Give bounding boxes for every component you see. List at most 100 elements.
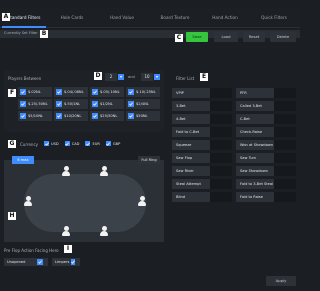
check-icon	[20, 113, 26, 119]
reset-button[interactable]: Reset	[243, 32, 265, 42]
filter-item[interactable]: Squeeze	[172, 140, 232, 150]
filter-item[interactable]: Saw River	[172, 166, 232, 176]
tab-hand-value[interactable]: Hand Value	[100, 8, 144, 28]
marker-e: E	[200, 73, 208, 81]
stake-label: $50NL	[136, 114, 148, 118]
filter-item[interactable]: Check-Raise	[236, 127, 296, 137]
filter-item-value-field[interactable]	[274, 140, 296, 150]
filter-item[interactable]: C-Bet	[236, 114, 296, 124]
filter-item[interactable]: Saw Turn	[236, 153, 296, 163]
filter-item-label: PFR	[236, 88, 274, 98]
filter-item-value-field[interactable]	[274, 88, 296, 98]
stake-option[interactable]: $.04/.08NL	[54, 87, 88, 97]
preflop-limpers[interactable]: Limpers	[52, 258, 80, 266]
filter-item[interactable]: 4-Bet	[172, 114, 232, 124]
check-icon	[71, 259, 76, 265]
max-players-chevron-icon[interactable]: ▾	[154, 74, 160, 80]
tab-bar: Standard Filters Hole Cards Hand Value B…	[0, 8, 300, 28]
filter-item-label: VPIP	[172, 88, 210, 98]
seat-6[interactable]	[24, 196, 32, 206]
filter-item[interactable]: Blind	[172, 192, 232, 202]
stake-option[interactable]: $25/50NL	[90, 111, 124, 121]
stake-option[interactable]: $2/4NL	[126, 99, 160, 109]
filter-item[interactable]: PFR	[236, 88, 296, 98]
currency-option[interactable]: GBP	[105, 141, 121, 146]
delete-button[interactable]: Delete	[270, 32, 296, 42]
filter-item-value-field[interactable]	[210, 101, 232, 111]
filter-item[interactable]: 3-Bet	[172, 101, 232, 111]
check-icon	[37, 259, 43, 265]
currency-option[interactable]: CAD	[64, 141, 79, 146]
seat-2[interactable]	[100, 166, 108, 176]
filter-item[interactable]: Fold to 3-Bet Steal	[236, 179, 296, 189]
stake-option[interactable]: $.05/.10NL	[90, 87, 124, 97]
marker-d: D	[94, 72, 102, 80]
filter-item-value-field[interactable]	[274, 101, 296, 111]
max-players-field[interactable]: 10	[141, 73, 153, 81]
tab-hand-action[interactable]: Hand Action	[200, 8, 250, 28]
stake-option[interactable]: $.50/1NL	[54, 99, 88, 109]
apply-button[interactable]: Apply	[266, 276, 296, 286]
filter-item[interactable]: Won at Showdown	[236, 140, 296, 150]
stake-option[interactable]: $10/20NL	[54, 111, 88, 121]
tab-quick-filters[interactable]: Quick Filters	[250, 8, 298, 28]
filter-item-value-field[interactable]	[274, 179, 296, 189]
filter-item-label: Blind	[172, 192, 210, 202]
filter-item-value-field[interactable]	[210, 153, 232, 163]
filter-item-value-field[interactable]	[274, 166, 296, 176]
save-button[interactable]: Save	[186, 32, 208, 42]
stake-option[interactable]: $5/10NL	[18, 111, 52, 121]
min-players-chevron-icon[interactable]: ▾	[118, 74, 124, 80]
filter-item-label: Won at Showdown	[236, 140, 274, 150]
preflop-unopened[interactable]: Unopened	[4, 258, 48, 266]
check-icon	[85, 141, 91, 146]
stake-option[interactable]: $50NL	[126, 111, 160, 121]
stake-option[interactable]: $.10/.25NL	[126, 87, 160, 97]
filter-item[interactable]: VPIP	[172, 88, 232, 98]
tab-board-texture[interactable]: Board Texture	[150, 8, 200, 28]
filter-item[interactable]: Saw Showdown	[236, 166, 296, 176]
filter-item-value-field[interactable]	[210, 192, 232, 202]
filter-item[interactable]: Steal Attempt	[172, 179, 232, 189]
currency-option[interactable]: EUR	[85, 141, 100, 146]
filter-item[interactable]: Called 3-Bet	[236, 101, 296, 111]
seat-3[interactable]	[138, 196, 146, 206]
filter-item-value-field[interactable]	[274, 127, 296, 137]
filter-item-value-field[interactable]	[210, 166, 232, 176]
currency-label: GBP	[112, 141, 121, 146]
marker-i: I	[64, 245, 72, 253]
seat-4[interactable]	[100, 226, 108, 236]
full-ring-toggle[interactable]: Full Ring	[138, 156, 160, 164]
filter-item-value-field[interactable]	[210, 114, 232, 124]
saved-filter-label: Currently Set Filter	[4, 31, 38, 35]
filter-item[interactable]: Fold to Raise	[236, 192, 296, 202]
stake-option[interactable]: $.02NL	[18, 87, 52, 97]
six-max-toggle[interactable]: 6 max	[12, 156, 34, 164]
marker-a: A	[2, 13, 10, 21]
preflop-unopened-label: Unopened	[7, 260, 26, 264]
filter-item-value-field[interactable]	[210, 88, 232, 98]
tab-hole-cards[interactable]: Hole Cards	[50, 8, 94, 28]
check-icon	[20, 89, 26, 95]
filter-item[interactable]: Fold to C-Bet	[172, 127, 232, 137]
stake-option[interactable]: $.25/.50NL	[18, 99, 52, 109]
stake-label: $5/10NL	[28, 114, 44, 118]
stake-label: $.04/.08NL	[64, 90, 84, 94]
filter-item[interactable]: Saw Flop	[172, 153, 232, 163]
currency-options: USD CAD EUR GBP	[44, 141, 120, 146]
marker-b: B	[40, 30, 48, 38]
load-button[interactable]: Load	[214, 32, 238, 42]
min-players-field[interactable]: 2	[105, 73, 117, 81]
filter-item-value-field[interactable]	[274, 114, 296, 124]
seat-1[interactable]	[62, 166, 70, 176]
filter-item-value-field[interactable]	[274, 153, 296, 163]
stake-label: $.10/.25NL	[136, 90, 156, 94]
stake-label: $.50/1NL	[64, 102, 81, 106]
filter-item-value-field[interactable]	[210, 127, 232, 137]
seat-5[interactable]	[62, 226, 70, 236]
currency-option[interactable]: USD	[44, 141, 59, 146]
filter-item-value-field[interactable]	[210, 179, 232, 189]
filter-item-value-field[interactable]	[274, 192, 296, 202]
filter-item-value-field[interactable]	[210, 140, 232, 150]
stake-option[interactable]: $1/2NL	[90, 99, 124, 109]
